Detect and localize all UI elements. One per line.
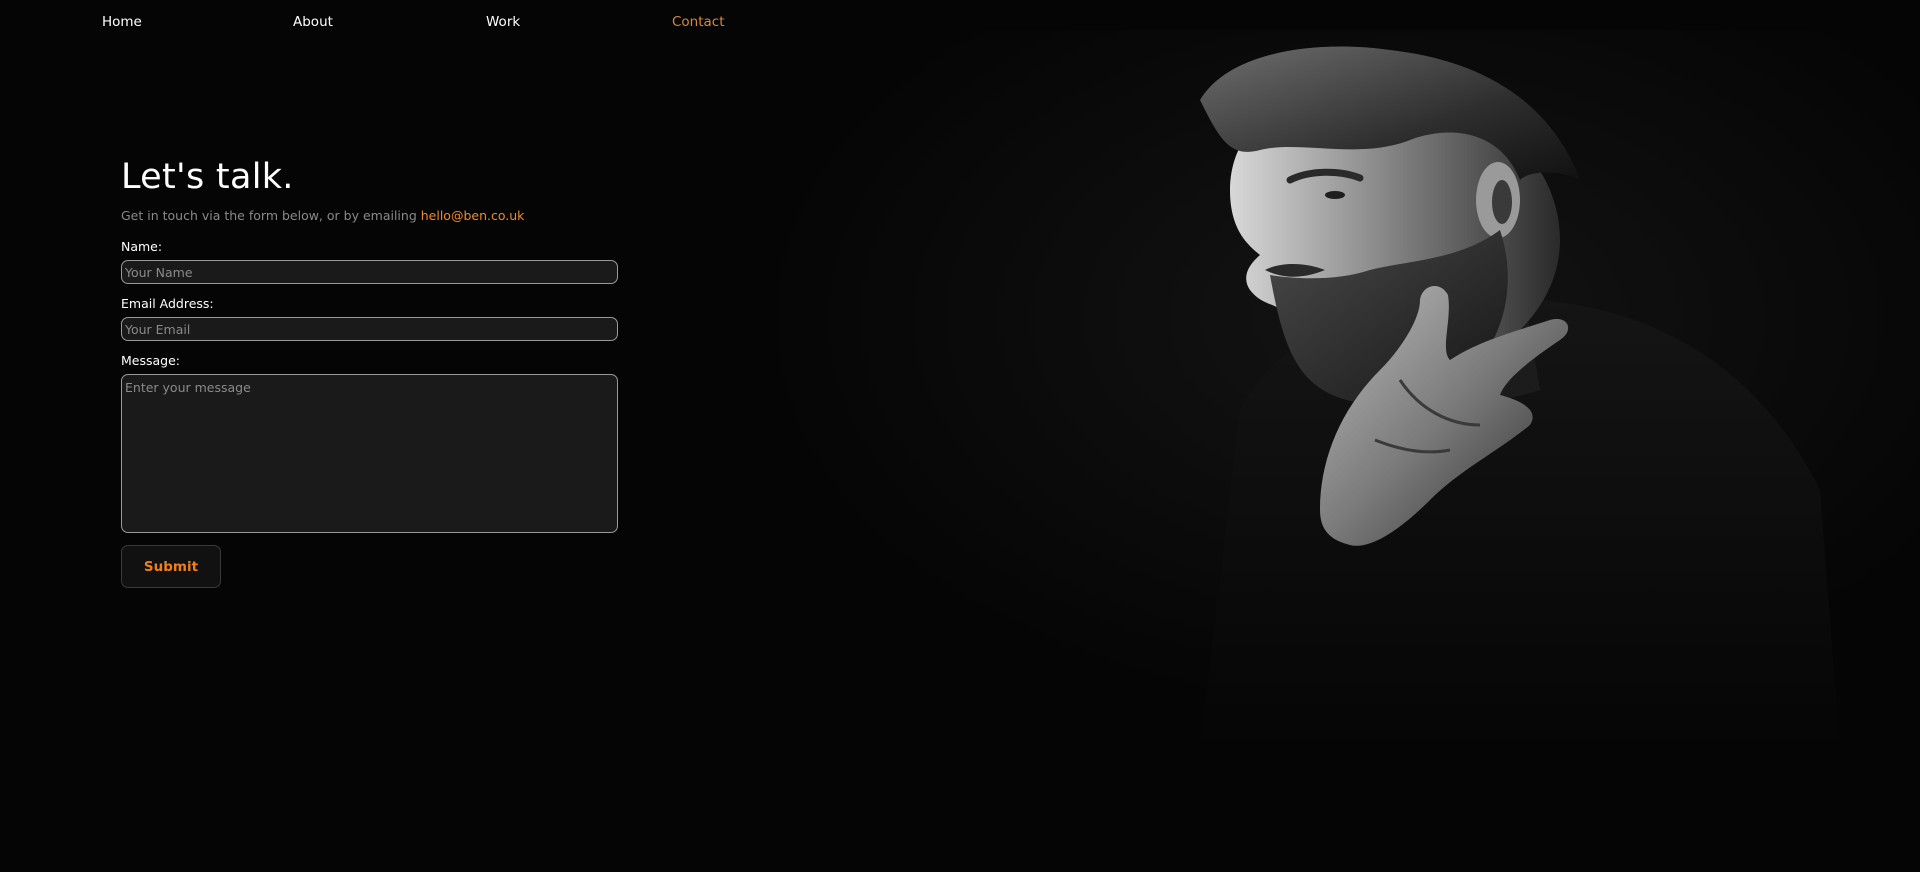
intro-text: Get in touch via the form below, or by e… xyxy=(121,208,621,223)
email-input[interactable] xyxy=(121,317,618,341)
contact-section: Let's talk. Get in touch via the form be… xyxy=(121,156,621,588)
nav-home-link[interactable]: Home xyxy=(102,14,142,30)
email-link[interactable]: hello@ben.co.uk xyxy=(421,208,525,223)
message-textarea[interactable] xyxy=(121,374,618,533)
page-title: Let's talk. xyxy=(121,157,294,197)
main-nav: Home About Work Contact xyxy=(0,14,800,34)
name-label: Name: xyxy=(121,239,163,254)
contact-form: Name: Email Address: Message: Submit xyxy=(121,239,621,588)
nav-work-link[interactable]: Work xyxy=(486,14,520,30)
intro-copy: Get in touch via the form below, or by e… xyxy=(121,208,421,223)
name-input[interactable] xyxy=(121,260,618,284)
nav-contact-link[interactable]: Contact xyxy=(672,14,725,30)
email-label: Email Address: xyxy=(121,296,214,311)
nav-about-link[interactable]: About xyxy=(293,14,333,30)
message-label: Message: xyxy=(121,353,180,368)
portrait-photo-icon xyxy=(760,30,1920,750)
portrait-image xyxy=(760,30,1920,750)
submit-button[interactable]: Submit xyxy=(121,545,221,588)
